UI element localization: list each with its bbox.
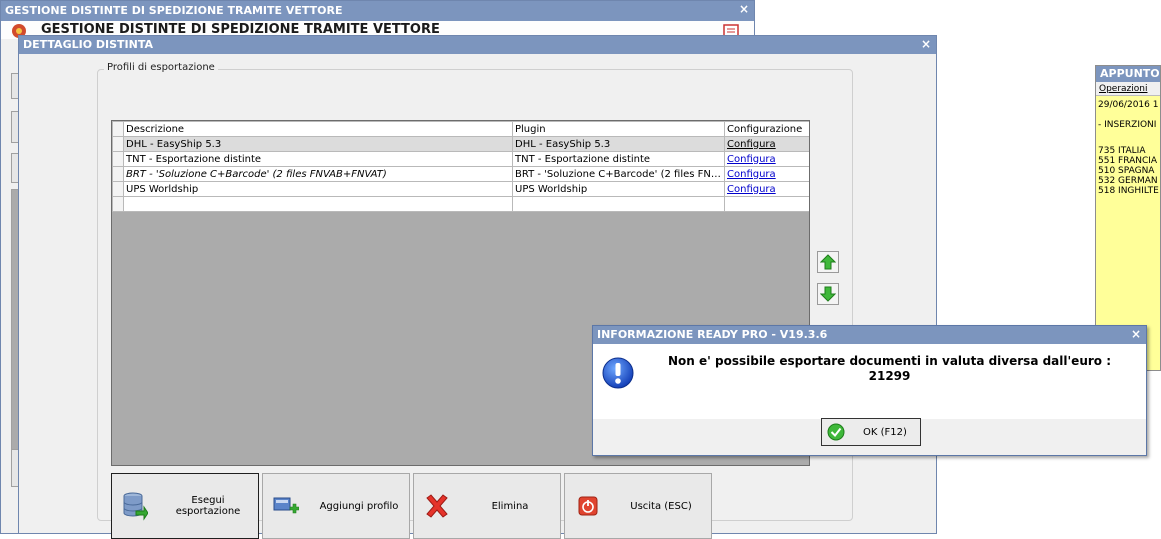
row-indicator[interactable] xyxy=(112,196,124,212)
appunto-text-area[interactable]: 29/06/2016 1 - INSERZIONI 735 ITALIA 551… xyxy=(1098,100,1159,196)
aggiungi-profilo-label: Aggiungi profilo xyxy=(319,500,399,512)
row-indicator[interactable] xyxy=(112,151,124,167)
configura-link[interactable]: Configura xyxy=(724,181,809,197)
info-dialog-message-area: Non e' possibile esportare documenti in … xyxy=(593,344,1146,419)
row-indicator[interactable] xyxy=(112,136,124,152)
appunto-line: 551 FRANCIA xyxy=(1098,156,1158,166)
uscita-button[interactable]: Uscita (ESC) xyxy=(564,473,712,539)
database-export-icon xyxy=(112,491,158,521)
configura-link[interactable]: Configura xyxy=(724,136,809,152)
cell-descrizione[interactable]: TNT - Esportazione distinte xyxy=(123,151,513,167)
appunto-line: 735 ITALIA xyxy=(1098,146,1146,156)
table-row[interactable]: BRT - 'Soluzione C+Barcode' (2 files FNV… xyxy=(112,166,809,182)
row-indicator[interactable] xyxy=(112,166,124,182)
move-up-button[interactable] xyxy=(817,251,839,273)
main-window-titlebar[interactable]: GESTIONE DISTINTE DI SPEDIZIONE TRAMITE … xyxy=(1,1,754,21)
appunto-titlebar[interactable]: APPUNTO xyxy=(1096,66,1160,82)
column-header-descrizione[interactable]: Descrizione xyxy=(123,121,513,137)
appunto-line xyxy=(1098,130,1159,140)
appunto-menu-label[interactable]: Operazioni xyxy=(1099,84,1148,94)
appunto-line xyxy=(1098,110,1159,120)
aggiungi-profilo-button[interactable]: Aggiungi profilo xyxy=(262,473,410,539)
configura-link[interactable]: Configura xyxy=(724,166,809,182)
power-exit-icon xyxy=(565,496,611,516)
cell-descrizione[interactable]: UPS Worldship xyxy=(123,181,513,197)
detail-window: DETTAGLIO DISTINTA × Profili di esportaz… xyxy=(18,35,937,539)
row-indicator[interactable] xyxy=(112,181,124,197)
cell-descrizione[interactable]: DHL - EasyShip 5.3 xyxy=(123,136,513,152)
configura-link-text[interactable]: Configura xyxy=(727,169,776,180)
profiles-table: Descrizione Plugin Configurazione DHL - … xyxy=(112,121,809,212)
info-dialog-close-icon[interactable]: × xyxy=(1131,326,1141,342)
detail-window-titlebar[interactable]: DETTAGLIO DISTINTA × xyxy=(19,36,936,54)
table-header-row: Descrizione Plugin Configurazione xyxy=(112,121,809,137)
information-exclamation-icon xyxy=(602,357,634,389)
detail-window-close-icon[interactable]: × xyxy=(921,36,931,52)
esegui-esportazione-button[interactable]: Esegui esportazione xyxy=(111,473,259,539)
configura-link-text[interactable]: Configura xyxy=(727,154,776,165)
cell-plugin[interactable]: UPS Worldship xyxy=(512,181,725,197)
table-row[interactable]: DHL - EasyShip 5.3 DHL - EasyShip 5.3 Co… xyxy=(112,136,809,152)
cell-plugin[interactable]: BRT - 'Soluzione C+Barcode' (2 files FNV… xyxy=(512,166,725,182)
info-dialog-title: INFORMAZIONE READY PRO - V19.3.6 xyxy=(597,328,828,341)
appunto-line: 29/06/2016 1 xyxy=(1098,100,1159,110)
column-header-plugin[interactable]: Plugin xyxy=(512,121,725,137)
table-row[interactable]: UPS Worldship UPS Worldship Configura xyxy=(112,181,809,197)
ok-button-label: OK (F12) xyxy=(863,426,907,438)
configura-link-text[interactable]: Configura xyxy=(727,184,776,195)
cell-empty[interactable] xyxy=(123,196,513,212)
cell-empty[interactable] xyxy=(724,196,809,212)
cell-plugin[interactable]: DHL - EasyShip 5.3 xyxy=(512,136,725,152)
uscita-label: Uscita (ESC) xyxy=(630,500,692,512)
info-dialog: INFORMAZIONE READY PRO - V19.3.6 × Non e… xyxy=(592,325,1147,456)
cell-descrizione[interactable]: BRT - 'Soluzione C+Barcode' (2 files FNV… xyxy=(123,166,513,182)
esegui-esportazione-label: Esegui esportazione xyxy=(175,495,241,517)
appunto-line: 532 GERMAN xyxy=(1098,176,1158,186)
column-header-configurazione[interactable]: Configurazione xyxy=(724,121,809,137)
arrow-up-icon xyxy=(820,254,836,270)
appunto-line: 510 SPAGNA xyxy=(1098,166,1155,176)
move-down-button[interactable] xyxy=(817,283,839,305)
info-dialog-message: Non e' possibile esportare documenti in … xyxy=(633,354,1146,384)
cell-plugin[interactable]: TNT - Esportazione distinte xyxy=(512,151,725,167)
info-message-line1: Non e' possibile esportare documenti in … xyxy=(668,354,1111,368)
appunto-title: APPUNTO xyxy=(1100,67,1160,80)
appunto-line: 518 INGHILTE xyxy=(1098,186,1159,196)
arrow-down-icon xyxy=(820,286,836,302)
detail-window-title: DETTAGLIO DISTINTA xyxy=(23,38,153,51)
delete-x-icon xyxy=(414,493,460,519)
configura-link[interactable]: Configura xyxy=(724,151,809,167)
elimina-label: Elimina xyxy=(491,500,529,512)
table-row-empty[interactable] xyxy=(112,196,809,212)
add-profile-icon xyxy=(263,495,309,517)
info-dialog-titlebar[interactable]: INFORMAZIONE READY PRO - V19.3.6 × xyxy=(593,326,1146,344)
table-row[interactable]: TNT - Esportazione distinte TNT - Esport… xyxy=(112,151,809,167)
export-profiles-label: Profili di esportazione xyxy=(104,62,218,73)
elimina-button[interactable]: Elimina xyxy=(413,473,561,539)
info-message-line2: 21299 xyxy=(868,369,911,383)
configura-link-text[interactable]: Configura xyxy=(727,139,776,150)
appunto-line: - INSERZIONI xyxy=(1098,120,1157,130)
cell-empty[interactable] xyxy=(512,196,725,212)
main-window-title: GESTIONE DISTINTE DI SPEDIZIONE TRAMITE … xyxy=(5,4,343,17)
main-window-close-icon[interactable]: × xyxy=(739,1,749,17)
check-icon xyxy=(822,423,850,441)
ok-button[interactable]: OK (F12) xyxy=(821,418,921,446)
appunto-menu-operazioni[interactable]: Operazioni xyxy=(1096,82,1160,96)
row-indicator-header xyxy=(112,121,124,137)
